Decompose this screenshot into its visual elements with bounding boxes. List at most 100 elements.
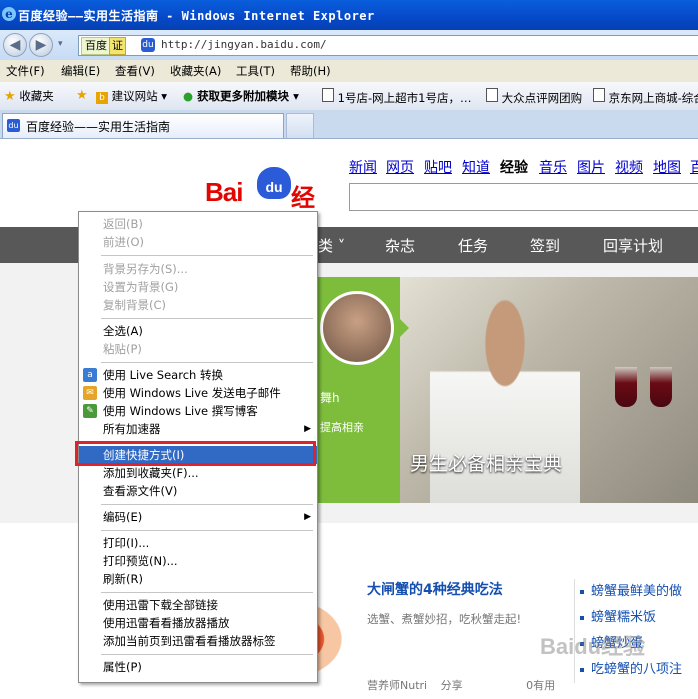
page-icon	[322, 88, 334, 102]
feature-banner[interactable]: 男生必备相亲宝典	[400, 277, 698, 503]
ie-logo-icon: e	[2, 7, 16, 21]
email-icon: ✉	[83, 386, 97, 400]
link-tieba[interactable]: 贴吧	[424, 157, 452, 177]
menu-view[interactable]: 查看(V)	[115, 63, 155, 79]
favorites-button[interactable]: ★ 收藏夹	[4, 88, 54, 104]
menu-item-all-accelerators[interactable]: 所有加速器 ▶	[79, 420, 317, 438]
fav-item-jd[interactable]: 京东网上商城-综合	[593, 88, 698, 106]
menu-item-live-blog[interactable]: ✎ 使用 Windows Live 撰写博客	[79, 402, 317, 420]
link-news[interactable]: 新闻	[349, 157, 377, 177]
forward-button[interactable]: ▶	[29, 33, 53, 57]
wine-glass-image	[650, 367, 672, 407]
star-icon: ★	[4, 89, 16, 104]
link-zhidao[interactable]: 知道	[462, 157, 490, 177]
article-author[interactable]: 营养师Nutri	[367, 679, 427, 692]
list-item[interactable]: 螃蟹糯米饭	[575, 605, 698, 631]
menu-item-select-all[interactable]: 全选(A)	[79, 322, 317, 340]
menu-item-forward[interactable]: 前进(O)	[79, 233, 317, 251]
link-map[interactable]: 地图	[653, 157, 681, 177]
menu-item-print[interactable]: 打印(I)...	[79, 534, 317, 552]
menu-item-copy-background[interactable]: 复制背景(C)	[79, 296, 317, 314]
menu-item-label: 添加到收藏夹(F)...	[103, 466, 199, 480]
submenu-arrow-icon: ▶	[304, 512, 311, 522]
menu-item-thunder-play[interactable]: 使用迅雷看看播放器播放	[79, 614, 317, 632]
author-panel[interactable]: 舞h 提高相亲	[316, 277, 400, 503]
live-search-icon: a	[83, 368, 97, 382]
menu-item-label: 设置为背景(G)	[103, 280, 179, 294]
menu-item-encoding[interactable]: 编码(E) ▶	[79, 508, 317, 526]
logo-paw: du	[257, 167, 291, 199]
baidu-badge[interactable]: 百度	[81, 37, 111, 55]
menu-item-set-background[interactable]: 设置为背景(G)	[79, 278, 317, 296]
address-field[interactable]: 百度 证 du http://jingyan.baidu.com/	[78, 35, 698, 56]
list-item[interactable]: 螃蟹最鲜美的做	[575, 579, 698, 605]
menu-separator	[101, 362, 313, 363]
menu-item-live-search[interactable]: a 使用 Live Search 转换	[79, 366, 317, 384]
menu-file[interactable]: 文件(F)	[6, 63, 45, 79]
fav-item-yhd[interactable]: 1号店-网上超市1号店，…	[322, 88, 471, 106]
article-useful[interactable]: 0有用	[526, 679, 555, 692]
page-icon	[593, 88, 605, 102]
menu-tools[interactable]: 工具(T)	[236, 63, 275, 79]
menu-item-live-email[interactable]: ✉ 使用 Windows Live 发送电子邮件	[79, 384, 317, 402]
menu-separator	[101, 530, 313, 531]
fav-item-get-addons[interactable]: ● 获取更多附加模块 ▾	[183, 88, 299, 104]
menu-item-label: 所有加速器	[103, 422, 161, 436]
back-button[interactable]: ◀	[3, 33, 27, 57]
link-music[interactable]: 音乐	[539, 157, 567, 177]
tab-baidu-jingyan[interactable]: du 百度经验——实用生活指南	[2, 113, 284, 138]
menu-favorites[interactable]: 收藏夹(A)	[170, 63, 221, 79]
link-images[interactable]: 图片	[577, 157, 605, 177]
certificate-badge[interactable]: 证	[109, 37, 126, 55]
fav-item-label: 1号店-网上超市1号店，…	[337, 91, 472, 105]
window-title-bar[interactable]: e 百度经验——实用生活指南 - Windows Internet Explor…	[0, 0, 698, 30]
menu-item-thunder-download[interactable]: 使用迅雷下载全部链接	[79, 596, 317, 614]
fav-item-label: 建议网站 ▾	[111, 89, 168, 103]
menu-item-thunder-add-tab[interactable]: 添加当前页到迅雷看看播放器标签	[79, 632, 317, 650]
menu-item-label: 查看源文件(V)	[103, 484, 178, 498]
menu-item-label: 返回(B)	[103, 217, 143, 231]
menu-item-view-source[interactable]: 查看源文件(V)	[79, 482, 317, 500]
menu-item-label: 添加当前页到迅雷看看播放器标签	[103, 634, 276, 648]
author-desc: 提高相亲	[320, 421, 364, 434]
link-jingyan[interactable]: 经验	[500, 157, 528, 177]
menu-item-properties[interactable]: 属性(P)	[79, 658, 317, 676]
link-video[interactable]: 视频	[615, 157, 643, 177]
article-title[interactable]: 大闸蟹的4种经典吃法	[367, 579, 503, 599]
address-url[interactable]: http://jingyan.baidu.com/	[161, 38, 327, 51]
search-input[interactable]	[349, 183, 698, 211]
add-favorite-icon[interactable]: ★	[76, 88, 88, 103]
logo-bai: Bai	[205, 177, 243, 207]
nav-share-plan[interactable]: 回享计划	[603, 235, 663, 256]
article-share[interactable]: 分享	[441, 679, 463, 692]
nav-category[interactable]: 类 ˅	[318, 235, 345, 256]
menu-item-label: 刷新(R)	[103, 572, 143, 586]
author-name: 舞h	[320, 391, 340, 405]
menu-item-refresh[interactable]: 刷新(R)	[79, 570, 317, 588]
menu-item-paste[interactable]: 粘贴(P)	[79, 340, 317, 358]
menu-item-back[interactable]: 返回(B)	[79, 215, 317, 233]
recent-pages-dropdown-icon[interactable]: ▾	[58, 39, 63, 49]
menu-item-label: 编码(E)	[103, 510, 143, 524]
menu-help[interactable]: 帮助(H)	[290, 63, 331, 79]
fav-item-dianping[interactable]: 大众点评网团购	[486, 88, 582, 106]
fav-item-label: 大众点评网团购	[501, 91, 583, 105]
link-baike[interactable]: 百	[690, 157, 698, 177]
paw-favicon-icon: du	[7, 119, 20, 132]
menu-item-save-background[interactable]: 背景另存为(S)...	[79, 260, 317, 278]
menu-edit[interactable]: 编辑(E)	[61, 63, 100, 79]
nav-magazine[interactable]: 杂志	[385, 235, 415, 256]
fav-item-suggested-sites[interactable]: b 建议网站 ▾	[96, 88, 167, 104]
nav-checkin[interactable]: 签到	[530, 235, 560, 256]
nav-tasks[interactable]: 任务	[458, 235, 488, 256]
menu-item-add-favorites[interactable]: 添加到收藏夹(F)...	[79, 464, 317, 482]
link-web[interactable]: 网页	[386, 157, 414, 177]
site-favicon-icon: du	[141, 38, 155, 52]
menu-item-print-preview[interactable]: 打印预览(N)...	[79, 552, 317, 570]
menu-item-label: 使用迅雷看看播放器播放	[103, 616, 230, 630]
menu-item-label: 打印(I)...	[103, 536, 150, 550]
new-tab-button[interactable]	[286, 113, 314, 138]
fav-item-label: 京东网上商城-综合	[608, 91, 698, 105]
annotation-highlight-box	[75, 441, 316, 466]
baidu-watermark: Baidu经验	[540, 634, 646, 659]
